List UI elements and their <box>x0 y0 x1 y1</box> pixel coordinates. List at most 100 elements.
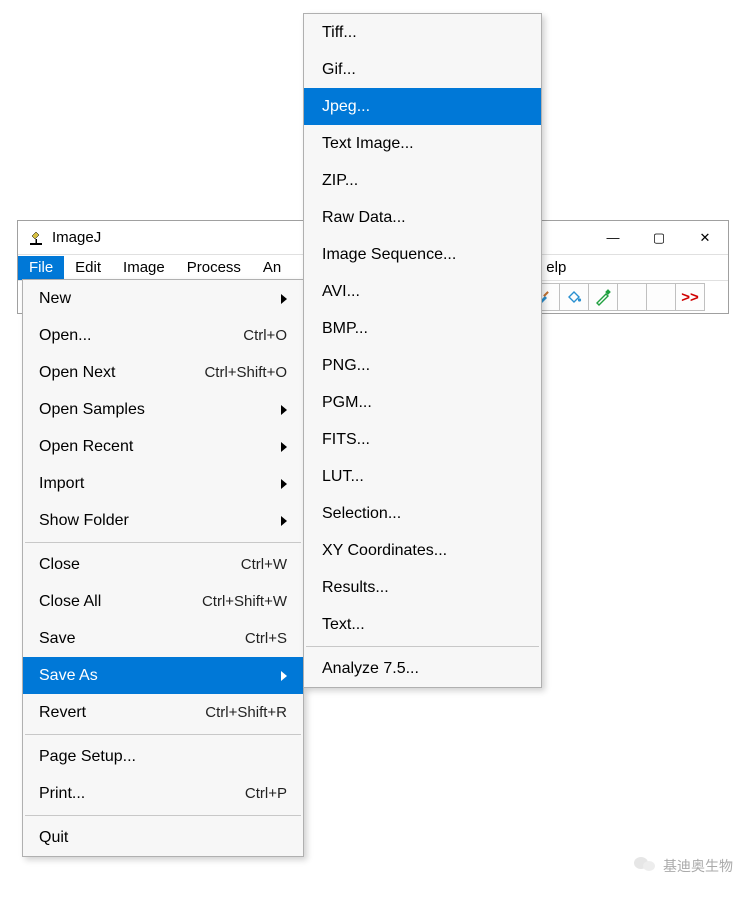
menu-item-label: LUT... <box>322 468 364 486</box>
menu-image[interactable]: Image <box>112 256 176 280</box>
menu-item-shortcut: Ctrl+Shift+O <box>204 364 287 381</box>
menu-item-label: Page Setup... <box>39 748 287 766</box>
tool-fill[interactable] <box>559 283 589 311</box>
menu-item-label: Close All <box>39 593 202 611</box>
saveas-tiff[interactable]: Tiff... <box>304 14 541 51</box>
menu-separator <box>25 542 301 543</box>
menu-item-label: FITS... <box>322 431 370 449</box>
menu-item-label: Raw Data... <box>322 209 406 227</box>
close-button[interactable]: ✕ <box>682 221 728 255</box>
saveas-text-image[interactable]: Text Image... <box>304 125 541 162</box>
file-menu-dropdown: NewOpen...Ctrl+OOpen NextCtrl+Shift+OOpe… <box>22 279 304 857</box>
saveas-lut[interactable]: LUT... <box>304 458 541 495</box>
file-menu-open-next[interactable]: Open NextCtrl+Shift+O <box>23 354 303 391</box>
menu-item-label: New <box>39 290 271 308</box>
menu-process[interactable]: Process <box>176 256 252 280</box>
menu-item-shortcut: Ctrl+P <box>245 785 287 802</box>
watermark-text: 基迪奥生物 <box>663 856 733 876</box>
menu-item-label: Analyze 7.5... <box>322 660 419 678</box>
saveas-avi[interactable]: AVI... <box>304 273 541 310</box>
menu-item-shortcut: Ctrl+Shift+W <box>202 593 287 610</box>
file-menu-page-setup[interactable]: Page Setup... <box>23 738 303 775</box>
menu-item-label: Text... <box>322 616 365 634</box>
menu-item-shortcut: Ctrl+Shift+R <box>205 704 287 721</box>
saveas-analyze-7-5[interactable]: Analyze 7.5... <box>304 650 541 687</box>
menu-item-label: XY Coordinates... <box>322 542 447 560</box>
wechat-icon <box>633 854 657 877</box>
menu-item-label: AVI... <box>322 283 360 301</box>
menu-item-label: Tiff... <box>322 24 357 42</box>
file-menu-show-folder[interactable]: Show Folder <box>23 502 303 539</box>
saveas-selection[interactable]: Selection... <box>304 495 541 532</box>
chevron-right-icon <box>281 294 287 304</box>
menu-item-label: Save As <box>39 667 271 685</box>
saveas-pgm[interactable]: PGM... <box>304 384 541 421</box>
menu-item-label: Save <box>39 630 245 648</box>
saveas-submenu: Tiff... Gif... Jpeg... Text Image... ZIP... R… <box>303 13 542 688</box>
chevron-right-icon <box>281 671 287 681</box>
maximize-button[interactable]: ▢ <box>636 221 682 255</box>
menu-separator <box>25 815 301 816</box>
menu-item-label: Jpeg... <box>322 98 370 116</box>
menu-item-label: PNG... <box>322 357 370 375</box>
file-menu-new[interactable]: New <box>23 280 303 317</box>
menu-item-label: Show Folder <box>39 512 271 530</box>
saveas-raw-data[interactable]: Raw Data... <box>304 199 541 236</box>
saveas-fits[interactable]: FITS... <box>304 421 541 458</box>
file-menu-print[interactable]: Print...Ctrl+P <box>23 775 303 812</box>
file-menu-import[interactable]: Import <box>23 465 303 502</box>
file-menu-close[interactable]: CloseCtrl+W <box>23 546 303 583</box>
menu-item-label: Quit <box>39 829 287 847</box>
saveas-text[interactable]: Text... <box>304 606 541 643</box>
file-menu-close-all[interactable]: Close AllCtrl+Shift+W <box>23 583 303 620</box>
saveas-png[interactable]: PNG... <box>304 347 541 384</box>
chevron-right-icon <box>281 442 287 452</box>
menu-item-label: Image Sequence... <box>322 246 456 264</box>
minimize-button[interactable]: — <box>590 221 636 255</box>
menu-analyze-cut[interactable]: An <box>252 256 292 280</box>
microscope-icon <box>28 230 44 246</box>
menu-file[interactable]: File <box>18 256 64 280</box>
watermark: 基迪奥生物 <box>633 854 733 877</box>
menu-item-label: ZIP... <box>322 172 358 190</box>
tool-blank-1[interactable] <box>617 283 647 311</box>
menu-item-label: Open Recent <box>39 438 271 456</box>
menu-item-label: Revert <box>39 704 205 722</box>
saveas-image-sequence[interactable]: Image Sequence... <box>304 236 541 273</box>
saveas-zip[interactable]: ZIP... <box>304 162 541 199</box>
menu-item-label: Gif... <box>322 61 356 79</box>
menu-item-label: Print... <box>39 785 245 803</box>
saveas-bmp[interactable]: BMP... <box>304 310 541 347</box>
menu-item-label: BMP... <box>322 320 368 338</box>
menu-item-shortcut: Ctrl+W <box>241 556 287 573</box>
tool-blank-2[interactable] <box>646 283 676 311</box>
saveas-gif[interactable]: Gif... <box>304 51 541 88</box>
menu-separator <box>306 646 539 647</box>
menu-item-shortcut: Ctrl+O <box>243 327 287 344</box>
menu-item-shortcut: Ctrl+S <box>245 630 287 647</box>
menu-item-label: Close <box>39 556 241 574</box>
saveas-results[interactable]: Results... <box>304 569 541 606</box>
file-menu-open[interactable]: Open...Ctrl+O <box>23 317 303 354</box>
file-menu-save-as[interactable]: Save As <box>23 657 303 694</box>
saveas-jpeg[interactable]: Jpeg... <box>304 88 541 125</box>
file-menu-open-samples[interactable]: Open Samples <box>23 391 303 428</box>
file-menu-revert[interactable]: RevertCtrl+Shift+R <box>23 694 303 731</box>
chevron-right-icon <box>281 405 287 415</box>
menu-edit[interactable]: Edit <box>64 256 112 280</box>
chevron-right-icon <box>281 479 287 489</box>
file-menu-open-recent[interactable]: Open Recent <box>23 428 303 465</box>
menu-item-label: Open Samples <box>39 401 271 419</box>
saveas-xy-coordinates[interactable]: XY Coordinates... <box>304 532 541 569</box>
tool-picker[interactable] <box>588 283 618 311</box>
file-menu-save[interactable]: SaveCtrl+S <box>23 620 303 657</box>
menu-item-label: Open Next <box>39 364 204 382</box>
menu-separator <box>25 734 301 735</box>
chevron-right-icon <box>281 516 287 526</box>
file-menu-quit[interactable]: Quit <box>23 819 303 856</box>
tool-more[interactable]: >> <box>675 283 705 311</box>
menu-item-label: PGM... <box>322 394 372 412</box>
menu-item-label: Results... <box>322 579 389 597</box>
menu-item-label: Text Image... <box>322 135 414 153</box>
menu-item-label: Open... <box>39 327 243 345</box>
